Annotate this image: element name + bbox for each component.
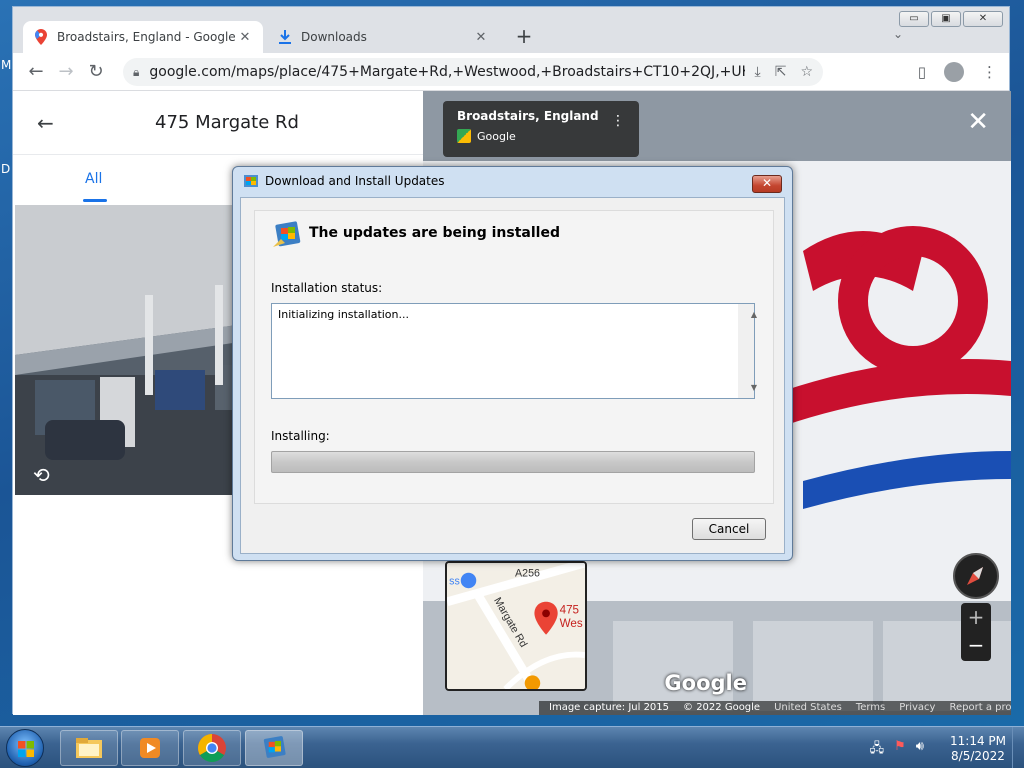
- tab-all[interactable]: All: [85, 171, 102, 187]
- windows-update-icon: [244, 175, 258, 187]
- installation-status-label: Installation status:: [271, 281, 383, 295]
- location-title: Broadstairs, England: [457, 109, 599, 123]
- share-icon[interactable]: ⇱: [775, 64, 787, 80]
- browser-toolbar: ← → ↻ 🔒︎ google.com/maps/place/475+Marga…: [13, 53, 1009, 91]
- reload-button[interactable]: ↻: [81, 61, 111, 82]
- back-button[interactable]: ←: [21, 61, 51, 82]
- bookmark-star-icon[interactable]: ☆: [800, 64, 813, 80]
- taskbar-explorer[interactable]: [60, 730, 118, 766]
- compass-icon[interactable]: [953, 553, 999, 599]
- folder-icon: [76, 738, 102, 758]
- taskbar-chrome[interactable]: [183, 730, 241, 766]
- install-progress-bar: [271, 451, 755, 473]
- taskbar: 🖧︎ ⚑ 🔊︎ 11:14 PM 8/5/2022: [0, 726, 1024, 768]
- side-panel-icon[interactable]: ▯: [918, 63, 926, 81]
- image-capture-date: Image capture: Jul 2015: [549, 702, 670, 713]
- road-label-a256: A256: [515, 568, 540, 580]
- installation-status-textbox[interactable]: Initializing installation... ▲ ▼: [271, 303, 757, 399]
- terms-link[interactable]: Terms: [856, 701, 885, 715]
- mini-map[interactable]: ss A256 Margate Rd 475 Wes: [445, 561, 587, 691]
- location-pin-icon[interactable]: ⋮: [611, 113, 625, 129]
- region-link[interactable]: United States: [774, 701, 842, 715]
- dialog-title-bar[interactable]: Download and Install Updates: [233, 167, 792, 195]
- taskbar-media-player[interactable]: [121, 730, 179, 766]
- maximize-button[interactable]: ▣: [931, 11, 961, 27]
- forward-button[interactable]: →: [51, 61, 81, 82]
- profile-avatar-icon[interactable]: [944, 62, 964, 82]
- close-icon[interactable]: ✕: [473, 30, 489, 45]
- maps-pin-icon: [33, 29, 49, 45]
- clock[interactable]: 11:14 PM 8/5/2022: [950, 734, 1006, 764]
- media-player-icon: [140, 738, 160, 758]
- scroll-down-icon[interactable]: ▼: [746, 383, 762, 392]
- close-street-view-icon[interactable]: ✕: [967, 107, 989, 137]
- dialog-body: The updates are being installed Installa…: [240, 197, 785, 554]
- close-icon[interactable]: ✕: [237, 30, 253, 45]
- tab-google-maps[interactable]: Broadstairs, England - Google Maps ✕: [23, 21, 263, 53]
- installing-label: Installing:: [271, 429, 330, 443]
- zoom-out-button[interactable]: −: [961, 631, 991, 659]
- system-tray: 🖧︎ ⚑ 🔊︎: [870, 739, 924, 761]
- privacy-link[interactable]: Privacy: [899, 701, 935, 715]
- back-arrow-icon[interactable]: ←: [37, 111, 77, 135]
- update-dialog: Download and Install Updates ✕ The updat…: [232, 166, 793, 561]
- lock-icon: 🔒︎: [133, 64, 140, 79]
- minimap-poi-label: ss: [449, 575, 460, 587]
- menu-kebab-icon[interactable]: ⋮: [982, 63, 997, 81]
- show-desktop-button[interactable]: [1012, 727, 1024, 768]
- google-watermark: Google: [664, 671, 747, 695]
- install-app-icon[interactable]: ⤓: [755, 64, 761, 80]
- street-view-location-card: Broadstairs, England Google ⋮: [443, 101, 639, 157]
- dialog-close-button[interactable]: ✕: [752, 175, 782, 193]
- tab-strip: Broadstairs, England - Google Maps ✕ Dow…: [13, 7, 1009, 53]
- clock-date: 8/5/2022: [951, 749, 1005, 763]
- tab-underline: [83, 199, 107, 202]
- dialog-title: Download and Install Updates: [265, 174, 445, 188]
- windows-update-taskbar-icon: [263, 736, 286, 758]
- scroll-up-icon[interactable]: ▲: [746, 310, 762, 319]
- rotate-360-icon[interactable]: ⟲: [33, 463, 50, 487]
- zoom-in-button[interactable]: +: [961, 603, 991, 631]
- volume-icon[interactable]: 🔊︎: [916, 739, 924, 761]
- window-close-button[interactable]: ✕: [963, 11, 1003, 27]
- chrome-icon: [198, 734, 226, 762]
- copyright: © 2022 Google: [683, 702, 761, 713]
- tab-title: Broadstairs, England - Google Maps: [57, 30, 237, 44]
- map-footer: Image capture: Jul 2015 © 2022 Google Un…: [539, 701, 1011, 715]
- installation-status-text: Initializing installation...: [278, 308, 410, 321]
- report-problem-link[interactable]: Report a problem: [949, 701, 1011, 715]
- desktop-icon-fragment: M: [1, 58, 12, 72]
- start-button[interactable]: [6, 729, 44, 767]
- source-label: Google: [477, 129, 516, 143]
- clock-time: 11:14 PM: [950, 734, 1006, 748]
- window-controls: ▭ ▣ ✕: [899, 11, 1003, 27]
- tab-downloads[interactable]: Downloads ✕: [267, 21, 499, 53]
- place-title: 475 Margate Rd: [155, 112, 299, 133]
- desktop-icon-fragment: D: [1, 162, 11, 176]
- zoom-controls: + −: [961, 603, 991, 661]
- dialog-content-panel: The updates are being installed Installa…: [254, 210, 774, 504]
- cancel-button[interactable]: Cancel: [692, 518, 766, 540]
- tab-title: Downloads: [301, 30, 367, 44]
- network-icon[interactable]: 🖧︎: [870, 739, 885, 761]
- action-center-flag-icon[interactable]: ⚑: [894, 739, 906, 761]
- url-text: google.com/maps/place/475+Margate+Rd,+We…: [149, 64, 744, 80]
- minimap-place-label-2: Wes: [560, 617, 583, 630]
- taskbar-windows-update[interactable]: [245, 730, 303, 766]
- minimap-place-label: 475: [560, 603, 579, 616]
- new-tab-button[interactable]: +: [513, 26, 535, 48]
- windows-logo-icon: [18, 741, 34, 757]
- vertical-scrollbar[interactable]: ▲ ▼: [738, 304, 757, 398]
- tab-search-chevron-icon[interactable]: ⌄: [893, 27, 903, 41]
- address-bar[interactable]: 🔒︎ google.com/maps/place/475+Margate+Rd,…: [123, 58, 823, 86]
- google-maps-icon: [457, 129, 471, 143]
- update-installing-icon: [273, 221, 301, 247]
- download-icon: [277, 29, 293, 45]
- dialog-heading: The updates are being installed: [309, 225, 560, 241]
- minimize-button[interactable]: ▭: [899, 11, 929, 27]
